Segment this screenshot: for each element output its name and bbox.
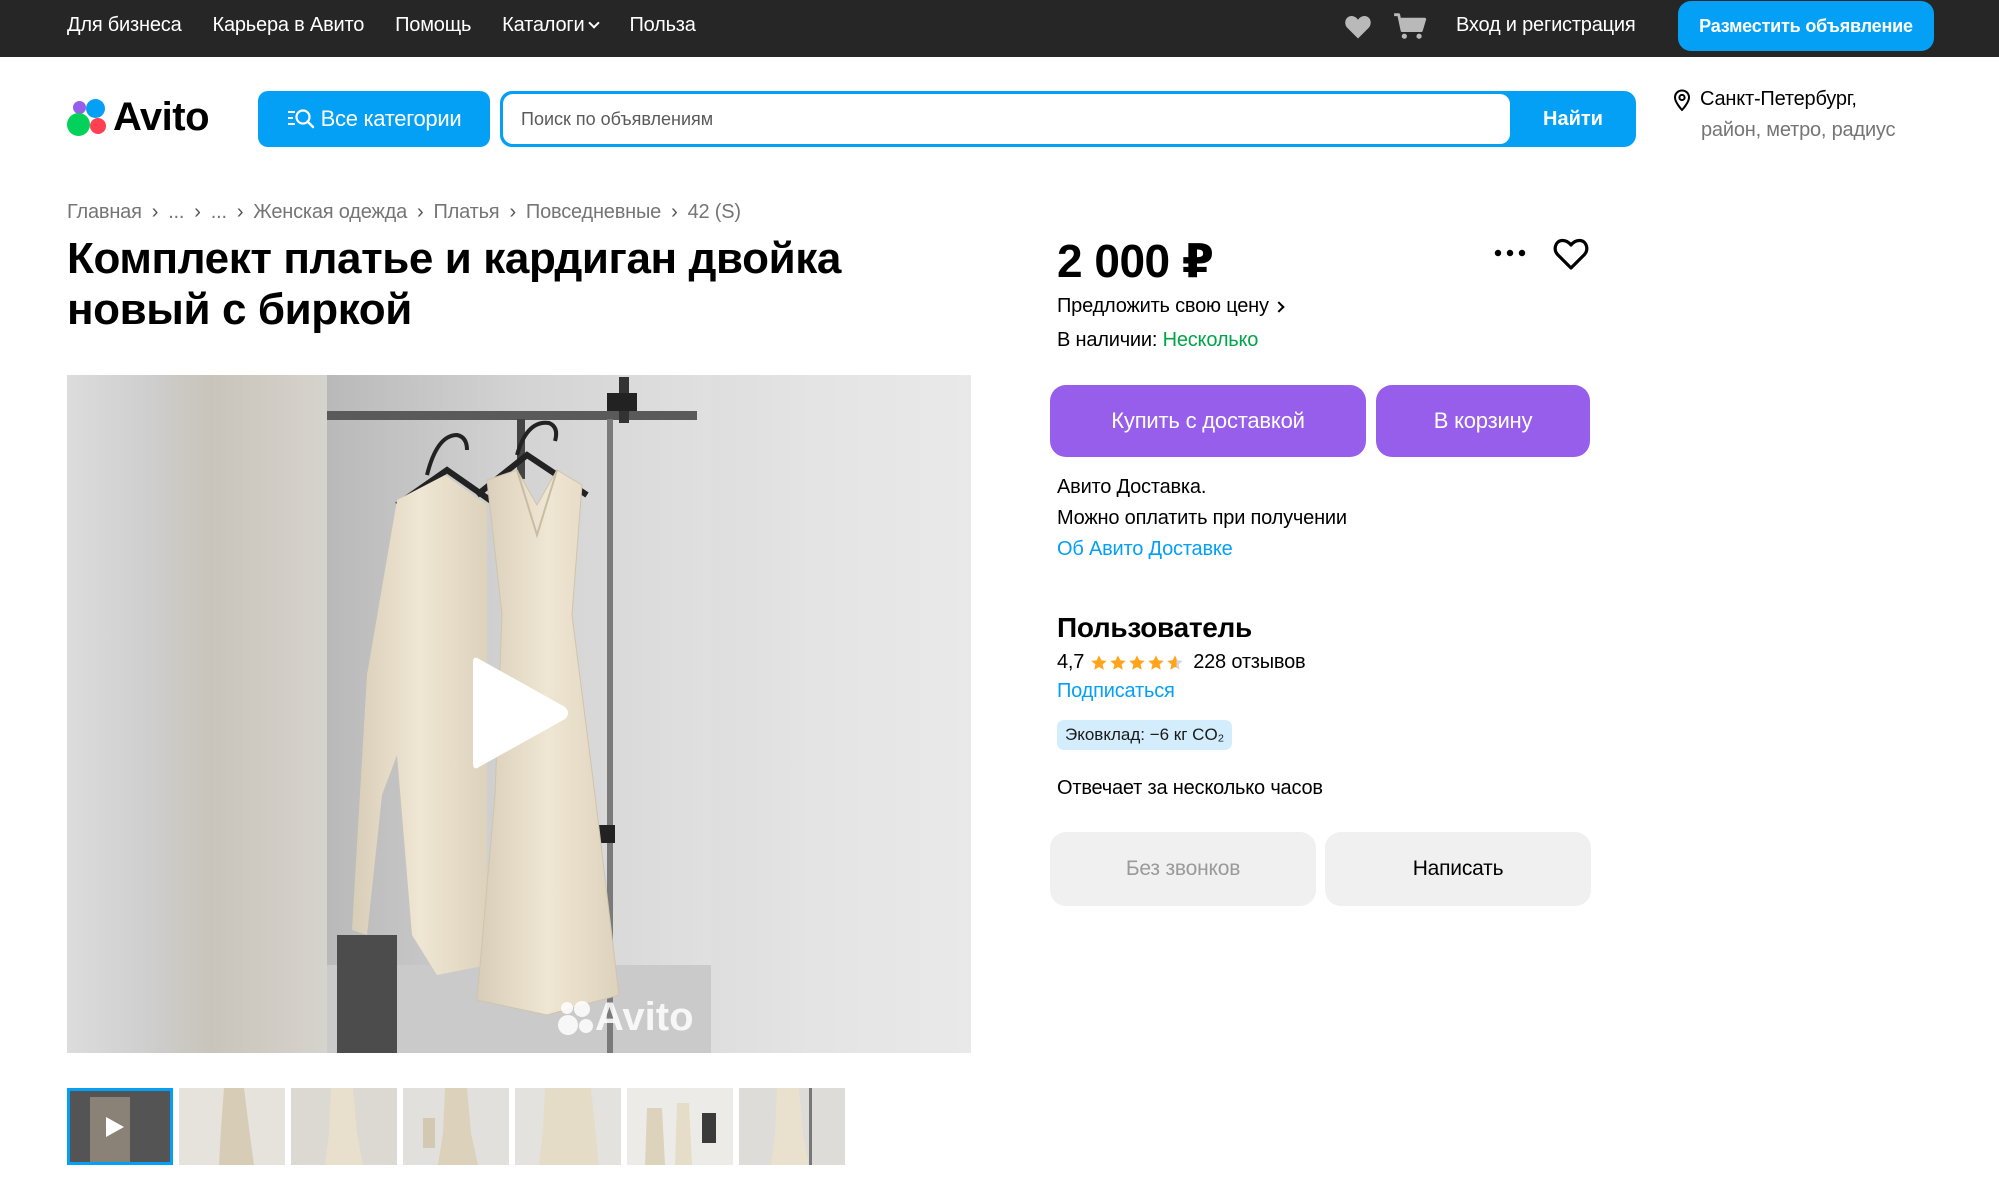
star-icon bbox=[1091, 654, 1107, 670]
location-city: Санкт-Петербург, bbox=[1700, 88, 1857, 110]
seller-rating[interactable]: 4,7 228 отзывов bbox=[1057, 651, 1306, 674]
top-nav: Для бизнеса Карьера в Авито Помощь Катал… bbox=[67, 0, 727, 51]
star-icon bbox=[1129, 654, 1145, 670]
thumbnail-image bbox=[403, 1088, 509, 1165]
eco-badge[interactable]: Эковклад: −6 кг CO₂ bbox=[1057, 720, 1233, 750]
thumbnail-photo[interactable] bbox=[291, 1088, 397, 1165]
listing-title: Комплект платье и кардиган двойка новый … bbox=[67, 234, 841, 334]
breadcrumb-item[interactable]: ... bbox=[168, 201, 184, 224]
watermark-logo-icon bbox=[558, 1000, 593, 1035]
thumbnail-image bbox=[739, 1088, 845, 1165]
breadcrumb-dresses[interactable]: Платья bbox=[433, 201, 499, 224]
offer-price-link[interactable]: Предложить свою цену bbox=[1057, 295, 1285, 318]
breadcrumb: Главная › ... › ... › Женская одежда › Плать… bbox=[67, 201, 741, 224]
nav-catalogs-label: Каталоги bbox=[502, 14, 585, 36]
thumbnail-strip bbox=[67, 1088, 851, 1165]
all-categories-button[interactable]: Все категории bbox=[258, 91, 490, 147]
chevron-right-icon bbox=[1273, 300, 1285, 313]
nav-help[interactable]: Помощь bbox=[395, 14, 471, 37]
breadcrumb-size[interactable]: 42 (S) bbox=[688, 201, 741, 224]
favorite-heart-icon[interactable] bbox=[1552, 236, 1590, 272]
thumbnail-image bbox=[291, 1088, 397, 1165]
breadcrumb-home[interactable]: Главная bbox=[67, 201, 142, 224]
stock-status: В наличии: Несколько bbox=[1057, 329, 1258, 352]
thumbnail-photo[interactable] bbox=[739, 1088, 845, 1165]
breadcrumb-casual[interactable]: Повседневные bbox=[526, 201, 661, 224]
search-input[interactable] bbox=[503, 94, 1510, 144]
breadcrumb-separator: › bbox=[151, 201, 159, 223]
thumbnail-image bbox=[515, 1088, 621, 1165]
thumbnail-photo[interactable] bbox=[403, 1088, 509, 1165]
thumbnail-video[interactable] bbox=[67, 1088, 173, 1165]
breadcrumb-separator: › bbox=[417, 201, 424, 223]
media-blur-left bbox=[67, 375, 327, 1053]
write-message-button[interactable]: Написать bbox=[1325, 832, 1591, 906]
top-bar: Для бизнеса Карьера в Авито Помощь Катал… bbox=[0, 0, 1999, 57]
chevron-down-icon bbox=[588, 17, 601, 29]
about-delivery-link[interactable]: Об Авито Доставке bbox=[1057, 538, 1233, 561]
play-icon[interactable] bbox=[465, 651, 575, 775]
video-thumbnail-play-icon bbox=[70, 1091, 170, 1162]
payment-info: Можно оплатить при получении bbox=[1057, 507, 1347, 529]
delivery-info: Авито Доставка. bbox=[1057, 476, 1207, 498]
stock-value: Несколько bbox=[1162, 329, 1259, 351]
buy-with-delivery-button[interactable]: Купить с доставкой bbox=[1050, 385, 1366, 457]
location-pin-icon bbox=[1673, 88, 1691, 111]
add-to-cart-button[interactable]: В корзину bbox=[1376, 385, 1590, 457]
media-blur-right bbox=[711, 375, 971, 1053]
search-button[interactable]: Найти bbox=[1510, 91, 1636, 147]
thumbnail-image bbox=[627, 1088, 733, 1165]
rating-stars bbox=[1090, 654, 1185, 672]
thumbnail-image bbox=[179, 1088, 285, 1165]
breadcrumb-womens-clothing[interactable]: Женская одежда bbox=[253, 201, 407, 224]
seller-name[interactable]: Пользователь bbox=[1057, 612, 1252, 644]
breadcrumb-separator: › bbox=[671, 201, 678, 223]
logo-text: Avito bbox=[113, 95, 210, 139]
nav-catalogs[interactable]: Каталоги bbox=[502, 14, 601, 37]
more-icon[interactable] bbox=[1490, 246, 1530, 260]
rating-value: 4,7 bbox=[1057, 651, 1085, 673]
star-icon bbox=[1148, 654, 1164, 670]
breadcrumb-separator: › bbox=[236, 201, 244, 223]
cart-icon[interactable] bbox=[1393, 11, 1427, 41]
all-categories-label: Все категории bbox=[320, 106, 462, 131]
login-link[interactable]: Вход и регистрация bbox=[1456, 14, 1636, 37]
search-icon bbox=[287, 109, 314, 129]
price: 2 000 ₽ bbox=[1057, 235, 1214, 287]
heart-icon[interactable] bbox=[1343, 12, 1373, 40]
thumbnail-photo[interactable] bbox=[627, 1088, 733, 1165]
post-ad-button[interactable]: Разместить объявление bbox=[1678, 1, 1934, 51]
avito-watermark: Avito bbox=[557, 995, 694, 1040]
avito-logo[interactable]: Avito bbox=[67, 95, 210, 140]
breadcrumb-item[interactable]: ... bbox=[211, 201, 227, 224]
subscribe-link[interactable]: Подписаться bbox=[1057, 680, 1175, 703]
no-calls-button[interactable]: Без звонков bbox=[1050, 832, 1316, 906]
nav-benefit[interactable]: Польза bbox=[629, 14, 695, 37]
thumbnail-photo[interactable] bbox=[179, 1088, 285, 1165]
reviews-count: 228 отзывов bbox=[1193, 651, 1306, 673]
response-time: Отвечает за несколько часов bbox=[1057, 777, 1323, 799]
location-selector[interactable]: Санкт-Петербург, район, метро, радиус bbox=[1672, 88, 1895, 142]
main-media-video[interactable]: Avito bbox=[67, 375, 971, 1053]
offer-price-label: Предложить свою цену bbox=[1057, 295, 1269, 317]
star-icon bbox=[1110, 654, 1126, 670]
search-bar: Найти bbox=[500, 91, 1636, 147]
breadcrumb-separator: › bbox=[194, 201, 201, 223]
logo-dots-icon bbox=[67, 98, 111, 138]
location-details: район, метро, радиус bbox=[1701, 119, 1896, 141]
nav-career[interactable]: Карьера в Авито bbox=[213, 14, 365, 37]
breadcrumb-separator: › bbox=[509, 201, 516, 223]
watermark-text: Avito bbox=[595, 995, 694, 1039]
star-half-icon bbox=[1167, 654, 1183, 670]
stock-label: В наличии: bbox=[1057, 329, 1158, 351]
thumbnail-photo[interactable] bbox=[515, 1088, 621, 1165]
nav-business[interactable]: Для бизнеса bbox=[67, 14, 182, 37]
